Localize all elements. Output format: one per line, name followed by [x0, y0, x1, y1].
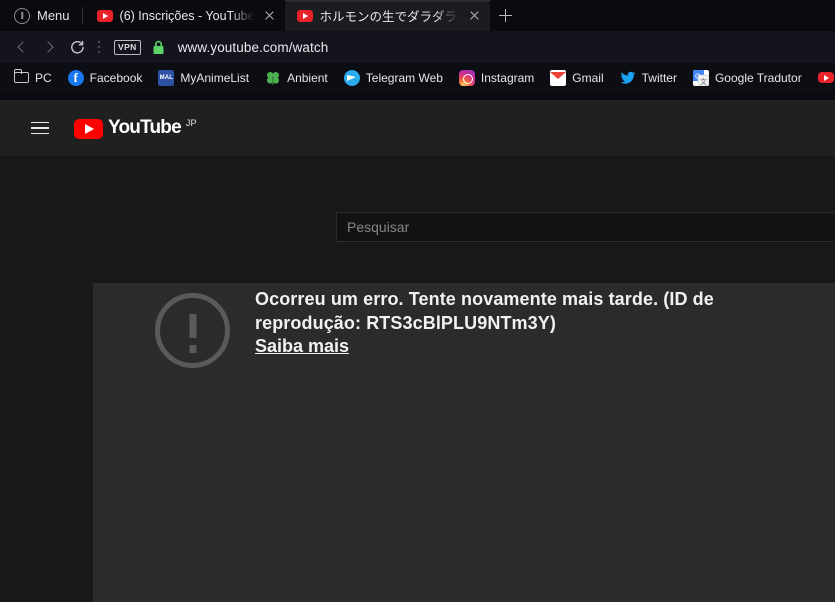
bookmark-youtube[interactable]: Yo — [810, 71, 835, 85]
search-input[interactable]: Pesquisar — [336, 212, 835, 242]
tab-divider — [81, 7, 83, 24]
bookmark-label: MyAnimeList — [180, 70, 250, 85]
browser-tab-2[interactable]: ホルモンの生でダラダラみさせて — [284, 0, 490, 31]
video-player[interactable]: Ocorreu um erro. Tente novamente mais ta… — [93, 283, 835, 602]
bookmark-pc[interactable]: PC — [6, 69, 60, 85]
bookmark-facebook[interactable]: f Facebook — [60, 69, 151, 86]
facebook-icon: f — [67, 69, 84, 86]
bookmark-anbient[interactable]: Anbient — [257, 70, 336, 86]
new-tab-button[interactable] — [490, 0, 520, 31]
reload-icon — [70, 40, 84, 54]
browser-menu-label: Menu — [37, 8, 70, 23]
browser-tab-1[interactable]: (6) Inscrições - YouTube — [85, 0, 285, 31]
bookmark-label: Anbient — [287, 70, 328, 85]
player-error-message: Ocorreu um erro. Tente novamente mais ta… — [255, 289, 714, 333]
youtube-play-icon — [74, 119, 103, 139]
bookmark-twitter[interactable]: Twitter — [612, 70, 685, 86]
search-placeholder: Pesquisar — [347, 219, 410, 235]
youtube-logo-text: YouTube — [108, 117, 182, 138]
youtube-icon — [817, 72, 834, 83]
bookmark-google-tradutor[interactable]: G 文 Google Tradutor — [685, 69, 810, 86]
instagram-icon — [458, 69, 475, 86]
tab-strip: Menu (6) Inscrições - YouTube ホルモンの生でダラダ… — [0, 0, 835, 31]
youtube-icon — [296, 9, 313, 22]
bookmark-label: Gmail — [572, 70, 604, 85]
google-translate-icon: G 文 — [692, 69, 709, 86]
hamburger-menu-icon[interactable] — [20, 108, 60, 148]
browser-menu-button[interactable]: Menu — [0, 0, 82, 31]
opera-menu-icon — [14, 7, 30, 24]
telegram-icon — [343, 69, 360, 86]
youtube-page: YouTube JP Pesquisar Ocorreu um erro. Te… — [0, 100, 835, 602]
reload-button[interactable] — [64, 34, 90, 60]
youtube-country-code: JP — [185, 118, 197, 128]
youtube-logo[interactable]: YouTube JP — [74, 117, 197, 139]
back-button[interactable] — [8, 34, 34, 60]
forward-button[interactable] — [36, 34, 62, 60]
tab-title: ホルモンの生でダラダラみさせて — [319, 10, 459, 24]
bookmark-instagram[interactable]: Instagram — [451, 69, 542, 86]
lock-icon — [153, 40, 164, 54]
bookmark-telegram-web[interactable]: Telegram Web — [336, 69, 451, 86]
vpn-badge[interactable]: VPN — [114, 39, 141, 55]
close-icon[interactable] — [261, 7, 279, 25]
address-bar: VPN www.youtube.com/watch — [0, 31, 835, 63]
alert-circle-icon — [155, 293, 230, 368]
browser-chrome: Menu (6) Inscrições - YouTube ホルモンの生でダラダ… — [0, 0, 835, 100]
learn-more-link[interactable]: Saiba mais — [255, 336, 349, 357]
bookmark-label: Facebook — [89, 70, 143, 85]
bookmark-label: Google Tradutor — [714, 70, 802, 85]
bookmarks-bar: PC f Facebook MAL MyAnimeList Anbient Te… — [0, 63, 835, 92]
bookmark-label: Telegram Web — [365, 70, 443, 85]
gmail-icon — [550, 69, 567, 86]
close-icon[interactable] — [466, 7, 484, 25]
youtube-icon — [96, 9, 113, 22]
bookmark-label: Twitter — [641, 70, 677, 85]
chevron-left-icon — [16, 41, 29, 53]
svg-text:文: 文 — [700, 77, 707, 86]
bookmark-label: PC — [35, 70, 52, 85]
myanimelist-icon: MAL — [158, 69, 175, 86]
youtube-header: YouTube JP — [0, 100, 835, 156]
player-error-overlay: Ocorreu um erro. Tente novamente mais ta… — [155, 288, 755, 368]
page-menu-button[interactable] — [92, 34, 106, 60]
url-text[interactable]: www.youtube.com/watch — [178, 40, 329, 55]
twitter-icon — [620, 70, 636, 86]
chevron-right-icon — [41, 41, 54, 53]
site-security-button[interactable] — [152, 40, 165, 55]
folder-icon — [13, 69, 29, 83]
bookmark-gmail[interactable]: Gmail — [542, 69, 611, 86]
bookmark-myanimelist[interactable]: MAL MyAnimeList — [150, 69, 257, 86]
tab-title: (6) Inscrições - YouTube — [119, 8, 254, 23]
bookmark-label: Instagram — [480, 70, 535, 85]
clover-icon — [265, 70, 281, 86]
